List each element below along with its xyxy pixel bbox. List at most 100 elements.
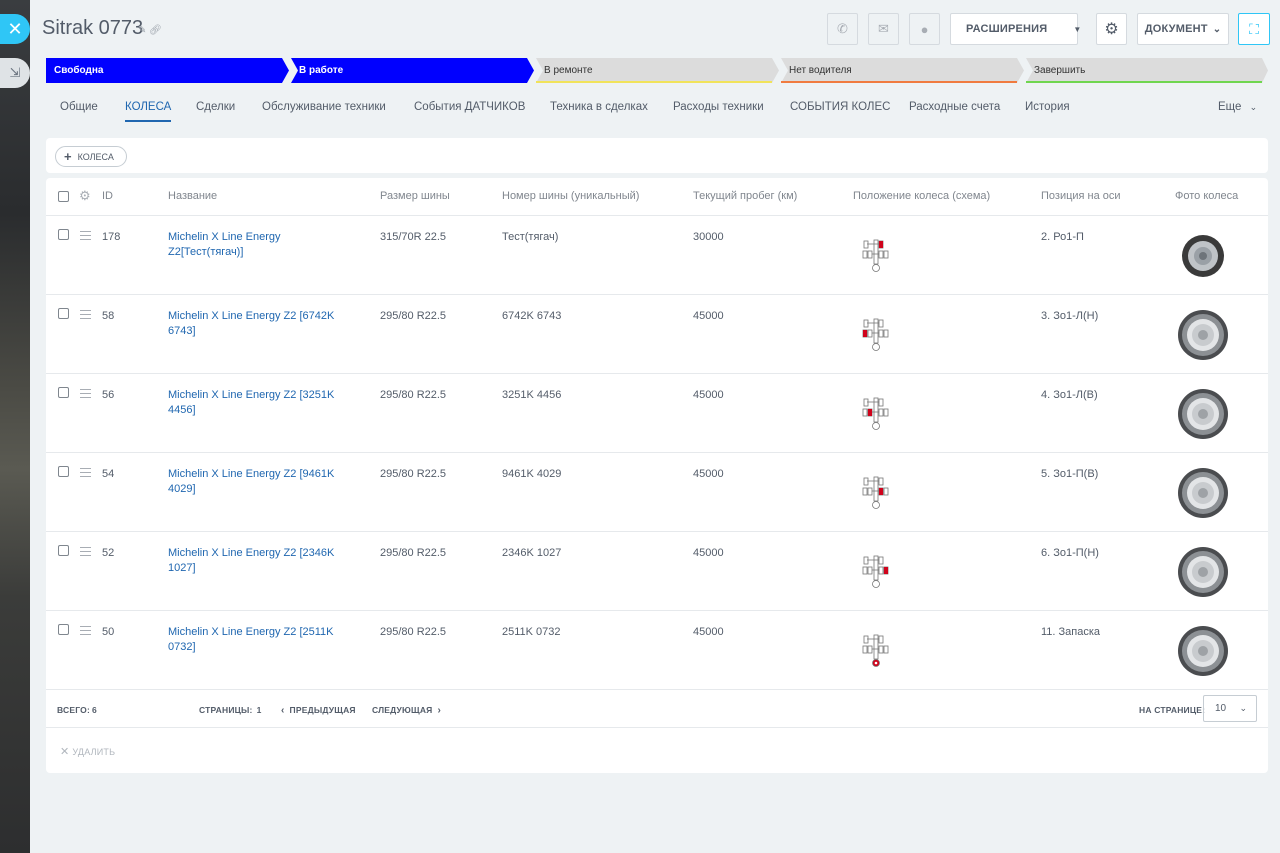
wheel-name-link[interactable]: Michelin X Line Energy Z2 [2511K 0732] xyxy=(168,625,348,655)
tire-photo[interactable] xyxy=(1177,625,1229,677)
tab-wheel-events[interactable]: СОБЫТИЯ КОЛЕС xyxy=(790,101,890,113)
row-checkbox[interactable] xyxy=(58,387,69,398)
chevron-down-icon: ⌄ xyxy=(1239,703,1247,713)
wheel-name-link[interactable]: Michelin X Line Energy Z2 [3251K 4456] xyxy=(168,388,348,418)
drag-handle-icon[interactable] xyxy=(80,310,91,319)
grid-toolbar: + КОЛЕСА xyxy=(46,138,1268,173)
stage-finish[interactable]: Завершить xyxy=(1026,58,1268,83)
document-button[interactable]: ДОКУМЕНТ ⌄ xyxy=(1137,13,1229,45)
wheel-position-scheme-icon xyxy=(862,397,889,430)
wheel-name-link[interactable]: Michelin X Line Energy Z2 [2346K 1027] xyxy=(168,546,348,576)
stage-repair[interactable]: В ремонте xyxy=(536,58,779,83)
tab-history[interactable]: История xyxy=(1025,101,1070,113)
table-row: 56 Michelin X Line Energy Z2 [3251K 4456… xyxy=(46,374,1268,453)
tab-general[interactable]: Общие xyxy=(60,101,98,113)
row-checkbox[interactable] xyxy=(58,466,69,477)
column-header-number[interactable]: Номер шины (уникальный) xyxy=(502,190,639,202)
column-header-size[interactable]: Размер шины xyxy=(380,190,450,202)
tire-photo[interactable] xyxy=(1177,388,1229,440)
select-all-checkbox[interactable] xyxy=(58,191,69,202)
wheel-name-link[interactable]: Michelin X Line Energy Z2 [9461K 4029] xyxy=(168,467,348,497)
tire-photo[interactable] xyxy=(1177,467,1229,519)
edit-pencil-icon[interactable]: ✎ xyxy=(138,25,146,36)
stage-no-driver[interactable]: Нет водителя xyxy=(781,58,1024,83)
cell-axle-position: 4. Зо1-Л(В) xyxy=(1041,389,1098,401)
add-wheel-button[interactable]: + КОЛЕСА xyxy=(55,146,127,167)
drag-handle-icon[interactable] xyxy=(80,389,91,398)
chat-icon[interactable]: ● xyxy=(909,13,940,45)
row-checkbox[interactable] xyxy=(58,308,69,319)
close-icon[interactable]: ✕ xyxy=(0,14,30,44)
stage-label: Нет водителя xyxy=(789,65,852,76)
delete-label: УДАЛИТЬ xyxy=(72,747,116,757)
drag-handle-icon[interactable] xyxy=(80,547,91,556)
cell-id: 54 xyxy=(102,468,115,480)
document-label: ДОКУМЕНТ xyxy=(1144,23,1208,35)
wheel-name-link[interactable]: Michelin X Line Energy Z2[Тест(тягач)] xyxy=(168,230,348,260)
wheel-position-scheme-icon xyxy=(862,476,889,509)
grid-footer: ВСЕГО: 6 СТРАНИЦЫ: 1 ‹ ПРЕДЫДУЩАЯ СЛЕДУЮЩАЯ… xyxy=(46,690,1268,728)
total-value: 6 xyxy=(91,705,97,715)
gear-icon[interactable]: ⚙ xyxy=(79,188,91,204)
cell-tire-number: 9461K 4029 xyxy=(502,468,562,480)
column-header-scheme[interactable]: Положение колеса (схема) xyxy=(853,190,990,202)
cell-axle-position: 11. Запаска xyxy=(1041,626,1101,638)
tire-photo[interactable] xyxy=(1177,230,1229,282)
wheel-position-scheme-icon xyxy=(862,634,889,667)
next-page-link[interactable]: СЛЕДУЮЩАЯ › xyxy=(372,705,441,716)
wheel-name-link[interactable]: Michelin X Line Energy Z2 [6742K 6743] xyxy=(168,309,348,339)
cell-tire-number: 2511K 0732 xyxy=(502,626,561,638)
tab-sensor-events[interactable]: События ДАТЧИКОВ xyxy=(414,101,525,113)
cell-mileage: 45000 xyxy=(693,389,724,401)
cell-id: 58 xyxy=(102,310,115,322)
copy-link-icon[interactable]: 🔗︎ xyxy=(149,25,162,36)
phone-icon[interactable]: ✆ xyxy=(827,13,858,45)
tab-more[interactable]: Еще ⌄ xyxy=(1218,101,1257,113)
tab-vehicle-expenses[interactable]: Расходы техники xyxy=(673,101,764,113)
chevron-down-icon[interactable]: ▼ xyxy=(1073,25,1081,34)
cell-id: 50 xyxy=(102,626,115,638)
table-row: 52 Michelin X Line Energy Z2 [2346K 1027… xyxy=(46,532,1268,611)
column-header-name[interactable]: Название xyxy=(168,190,217,202)
column-header-axle-position[interactable]: Позиция на оси xyxy=(1041,190,1121,202)
cell-tire-size: 295/80 R22.5 xyxy=(380,626,447,638)
chevron-left-icon: ‹ xyxy=(281,705,285,716)
tire-photo[interactable] xyxy=(1177,546,1229,598)
delete-action[interactable]: ✕ УДАЛИТЬ xyxy=(60,745,115,758)
add-wheel-label: КОЛЕСА xyxy=(77,151,114,162)
tab-vehicles-in-deals[interactable]: Техника в сделках xyxy=(550,101,648,113)
stage-free[interactable]: Свободна xyxy=(46,58,289,83)
prev-page-link[interactable]: ‹ ПРЕДЫДУЩАЯ xyxy=(281,705,356,716)
cell-axle-position: 5. Зо1-П(В) xyxy=(1041,468,1099,480)
tab-deals[interactable]: Сделки xyxy=(196,101,235,113)
table-row: 178 Michelin X Line Energy Z2[Тест(тягач… xyxy=(46,216,1268,295)
drag-handle-icon[interactable] xyxy=(80,231,91,240)
column-header-id[interactable]: ID xyxy=(102,190,113,202)
expand-icon[interactable]: ⛶ xyxy=(1238,13,1270,45)
tab-wheels[interactable]: КОЛЕСА xyxy=(125,101,172,122)
collapse-icon[interactable]: ⇲ xyxy=(0,58,30,88)
wheel-position-scheme-icon xyxy=(862,555,889,588)
cell-tire-size: 295/80 R22.5 xyxy=(380,389,447,401)
per-page-select[interactable]: 10 ⌄ xyxy=(1203,695,1257,722)
pipeline-stages: Свободна В работе В ремонте Нет водителя… xyxy=(46,58,1268,83)
cell-axle-position: 6. Зо1-П(Н) xyxy=(1041,547,1099,559)
extensions-button[interactable]: РАСШИРЕНИЯ ▼ xyxy=(950,13,1081,45)
column-header-mileage[interactable]: Текущий пробег (км) xyxy=(693,190,797,202)
tab-maintenance[interactable]: Обслуживание техники xyxy=(262,101,386,113)
tab-expense-accounts[interactable]: Расходные счета xyxy=(909,101,1000,113)
row-checkbox[interactable] xyxy=(58,545,69,556)
column-header-photo[interactable]: Фото колеса xyxy=(1175,190,1238,202)
stage-label: В ремонте xyxy=(544,65,593,76)
drag-handle-icon[interactable] xyxy=(80,626,91,635)
drag-handle-icon[interactable] xyxy=(80,468,91,477)
background-strip: ✕ ⇲ xyxy=(0,0,30,853)
stage-in-work[interactable]: В работе xyxy=(291,58,534,83)
gear-icon[interactable]: ⚙ xyxy=(1096,13,1127,45)
row-checkbox[interactable] xyxy=(58,624,69,635)
total-count: ВСЕГО: 6 xyxy=(57,705,97,715)
row-checkbox[interactable] xyxy=(58,229,69,240)
mail-icon[interactable]: ✉ xyxy=(868,13,899,45)
table-row: 54 Michelin X Line Energy Z2 [9461K 4029… xyxy=(46,453,1268,532)
tire-photo[interactable] xyxy=(1177,309,1229,361)
